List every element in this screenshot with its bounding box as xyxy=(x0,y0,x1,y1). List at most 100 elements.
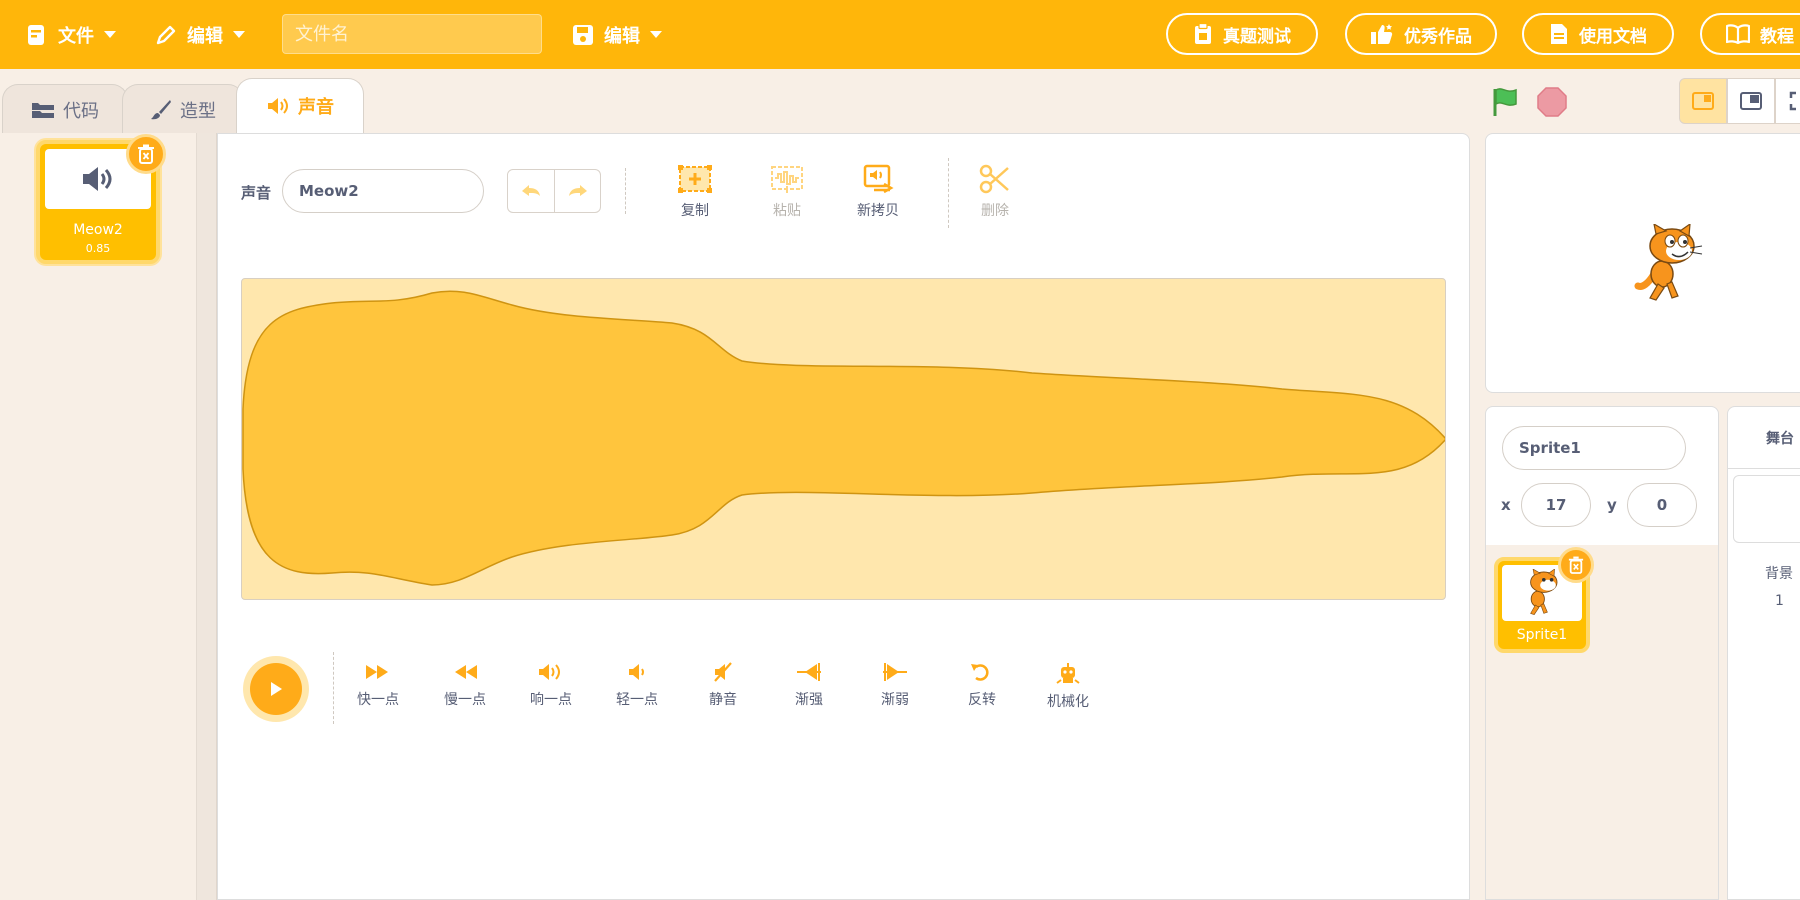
play-sound-button[interactable] xyxy=(243,656,309,722)
x-position-input[interactable] xyxy=(1521,483,1591,527)
tab-sound[interactable]: 声音 xyxy=(236,78,364,133)
exam-button[interactable]: 真题测试 xyxy=(1166,13,1318,55)
save-menu[interactable]: 编辑 xyxy=(572,0,662,69)
waveform-display[interactable] xyxy=(241,278,1446,600)
sound-list-scrollbar[interactable] xyxy=(197,133,217,900)
sound-name-input[interactable] xyxy=(282,169,484,213)
copy-label: 复制 xyxy=(681,203,709,219)
play-button-inner xyxy=(250,663,302,715)
effect-softer-label: 轻一点 xyxy=(616,692,658,708)
green-flag-icon[interactable] xyxy=(1490,86,1522,118)
effect-slower[interactable]: 慢一点 xyxy=(430,662,500,709)
works-button[interactable]: 优秀作品 xyxy=(1345,13,1497,55)
tutorial-button[interactable]: 教程 xyxy=(1700,13,1800,55)
y-label: y xyxy=(1607,496,1617,514)
copy-new-label: 新拷贝 xyxy=(857,203,899,219)
toolbar-divider xyxy=(625,168,626,214)
speaker-icon xyxy=(83,167,112,191)
effect-mute-label: 静音 xyxy=(709,692,737,708)
fast-forward-icon xyxy=(366,665,388,679)
trash-icon xyxy=(1568,556,1584,574)
chevron-down-icon xyxy=(104,31,116,38)
document-icon xyxy=(1551,24,1567,44)
reverse-icon xyxy=(971,664,989,681)
fade-out-icon xyxy=(883,663,907,681)
trash-icon xyxy=(138,144,154,164)
small-stage-button[interactable] xyxy=(1679,78,1727,124)
undo-redo-group xyxy=(507,169,601,213)
docs-label: 使用文档 xyxy=(1579,26,1647,47)
stage-selector-panel[interactable]: 舞台 背景 1 xyxy=(1727,406,1800,900)
delete-sprite-button[interactable] xyxy=(1558,547,1594,583)
sound-name-label: 声音 xyxy=(241,184,272,202)
thumbs-up-icon xyxy=(1371,24,1393,44)
mute-icon xyxy=(714,662,732,682)
paste-button[interactable]: 粘贴 xyxy=(752,164,822,220)
delete-button[interactable]: 删除 xyxy=(960,164,1030,220)
cat-sprite-icon xyxy=(1530,569,1558,615)
y-position-input[interactable] xyxy=(1627,483,1697,527)
filename-input[interactable] xyxy=(282,14,542,54)
backdrop-count: 1 xyxy=(1775,593,1784,609)
scissors-icon xyxy=(979,164,1009,194)
large-stage-icon xyxy=(1740,92,1762,110)
effect-louder[interactable]: 响一点 xyxy=(516,662,586,709)
pencil-icon xyxy=(156,25,176,44)
exam-icon xyxy=(1195,23,1211,44)
effect-louder-label: 响一点 xyxy=(530,692,572,708)
file-menu[interactable]: 文件 xyxy=(26,0,116,69)
large-stage-button[interactable] xyxy=(1727,78,1775,124)
effect-fade-in[interactable]: 渐强 xyxy=(774,662,844,709)
book-icon xyxy=(1726,24,1750,44)
delete-label: 删除 xyxy=(981,203,1009,219)
delete-sound-button[interactable] xyxy=(126,134,166,174)
copy-to-new-button[interactable]: 新拷贝 xyxy=(843,164,913,220)
stop-icon[interactable] xyxy=(1537,87,1567,117)
tab-code[interactable]: 代码 xyxy=(2,84,128,134)
effect-fade-in-label: 渐强 xyxy=(795,692,823,708)
top-menu-bar: 文件 编辑 编辑 真题测试 优秀作品 使用文档 教程 xyxy=(0,0,1800,69)
stage-canvas[interactable] xyxy=(1485,133,1800,393)
edit-menu[interactable]: 编辑 xyxy=(155,0,245,69)
rewind-icon xyxy=(455,665,477,679)
copy-new-icon xyxy=(863,164,894,194)
effect-reverse[interactable]: 反转 xyxy=(947,662,1017,709)
save-menu-label: 编辑 xyxy=(604,25,640,47)
tab-costume[interactable]: 造型 xyxy=(122,84,244,134)
paste-icon xyxy=(771,166,803,193)
volume-up-icon xyxy=(539,664,560,680)
volume-down-icon xyxy=(629,664,644,680)
effect-mute[interactable]: 静音 xyxy=(688,662,758,709)
stage-pane-header: 舞台 xyxy=(1728,407,1800,469)
speaker-icon xyxy=(268,98,288,114)
undo-button[interactable] xyxy=(508,170,554,212)
sprite-item-name: Sprite1 xyxy=(1516,627,1568,643)
effect-fade-out[interactable]: 渐弱 xyxy=(860,662,930,709)
docs-button[interactable]: 使用文档 xyxy=(1522,13,1674,55)
effect-faster-label: 快一点 xyxy=(357,692,399,708)
paste-label: 粘贴 xyxy=(773,203,801,219)
tab-costume-label: 造型 xyxy=(180,100,216,122)
x-label: x xyxy=(1501,496,1511,514)
small-stage-icon xyxy=(1692,92,1714,110)
redo-button[interactable] xyxy=(554,170,600,212)
copy-button[interactable]: 复制 xyxy=(660,164,730,220)
effect-robot[interactable]: 机械化 xyxy=(1033,662,1103,711)
fullscreen-icon xyxy=(1789,91,1796,111)
effect-faster[interactable]: 快一点 xyxy=(343,662,413,709)
fullscreen-button[interactable] xyxy=(1775,78,1800,124)
copy-icon xyxy=(678,165,712,193)
effects-divider xyxy=(333,652,334,724)
chevron-down-icon xyxy=(650,31,662,38)
tutorial-label: 教程 xyxy=(1760,26,1794,47)
sound-item-duration: 0.85 xyxy=(85,242,111,255)
tab-code-label: 代码 xyxy=(63,100,99,122)
toolbar-divider xyxy=(948,158,949,228)
effect-slower-label: 慢一点 xyxy=(444,692,486,708)
save-icon xyxy=(573,24,593,45)
effect-softer[interactable]: 轻一点 xyxy=(602,662,672,709)
stage-thumbnail[interactable] xyxy=(1733,475,1800,543)
sprite-name-input[interactable] xyxy=(1502,426,1686,470)
waveform xyxy=(242,290,1445,586)
tab-sound-label: 声音 xyxy=(298,97,334,118)
